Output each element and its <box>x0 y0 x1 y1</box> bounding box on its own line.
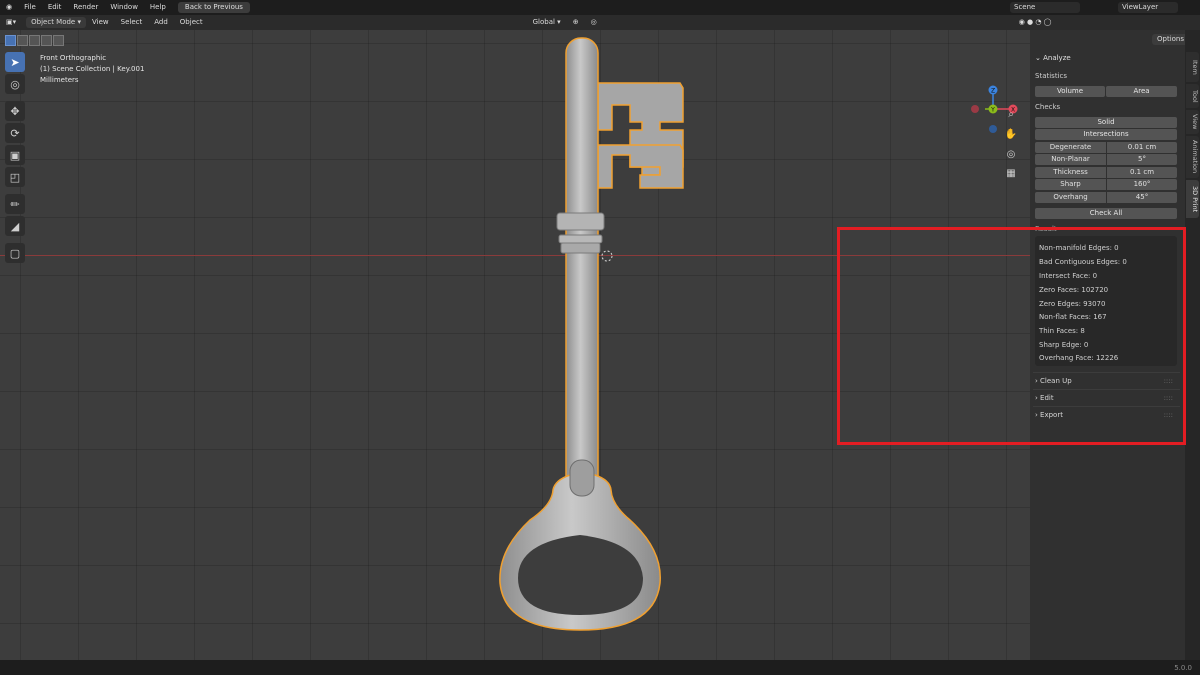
non-planar-button[interactable]: Non-Planar <box>1035 154 1106 165</box>
add-cube-tool-icon[interactable]: ▢ <box>5 243 25 263</box>
select-cursor-icon[interactable]: ➤ <box>5 52 25 72</box>
analyze-title: Analyze <box>1043 54 1071 62</box>
scale-tool-icon[interactable]: ▣ <box>5 145 25 165</box>
solid-button[interactable]: Solid <box>1035 117 1177 128</box>
pan-hand-icon[interactable]: ✋ <box>1003 126 1019 142</box>
selection-mode-buttons <box>5 35 64 46</box>
gizmo-y-label: Y <box>990 107 995 114</box>
check-all-button[interactable]: Check All <box>1035 208 1177 219</box>
sidebar-tabs: Item Tool View Animation 3D Print <box>1185 30 1200 660</box>
viewport-shading-icons[interactable]: ◉ ● ◔ ◯ <box>1013 15 1058 30</box>
tab-item[interactable]: Item <box>1186 52 1199 82</box>
move-tool-icon[interactable]: ✥ <box>5 101 25 121</box>
select-intersect-icon[interactable] <box>53 35 64 46</box>
menu-window[interactable]: Window <box>104 0 144 15</box>
tab-view[interactable]: View <box>1186 110 1199 134</box>
back-to-previous-button[interactable]: Back to Previous <box>177 2 250 13</box>
snap-icon[interactable]: ⊕ <box>567 15 585 30</box>
tool-shelf: ➤ ◎ ✥ ⟳ ▣ ◰ ✏ ◢ ▢ <box>5 52 29 265</box>
intersections-button[interactable]: Intersections <box>1035 129 1177 140</box>
version-label: 5.0.0 <box>1174 664 1192 672</box>
tab-tool[interactable]: Tool <box>1186 84 1199 108</box>
blender-logo-icon[interactable]: ◉ <box>0 0 18 15</box>
options-label: Options <box>1157 35 1185 43</box>
thickness-button[interactable]: Thickness <box>1035 167 1106 178</box>
rotate-tool-icon[interactable]: ⟳ <box>5 123 25 143</box>
gizmo-z-label: Z <box>991 88 995 95</box>
checks-label: Checks <box>1035 103 1061 111</box>
orientation-label: Global <box>532 18 555 26</box>
menu-select[interactable]: Select <box>115 15 149 30</box>
perspective-grid-icon[interactable]: ▦ <box>1003 165 1019 181</box>
transform-orientation-dropdown[interactable]: Global ▾ <box>527 15 567 30</box>
object-mode-label: Object Mode <box>31 18 76 26</box>
tab-3d-print[interactable]: 3D Print <box>1186 180 1199 218</box>
view-layer-name: ViewLayer <box>1122 3 1159 11</box>
area-button[interactable]: Area <box>1106 86 1177 97</box>
scene-name: Scene <box>1014 3 1036 11</box>
check-row-non-planar: Non-Planar 5° <box>1035 154 1177 165</box>
zoom-icon[interactable]: ⌕ <box>1003 106 1019 122</box>
sharp-value-field[interactable]: 160° <box>1107 179 1177 190</box>
check-row-overhang: Overhang 45° <box>1035 192 1177 203</box>
menu-help[interactable]: Help <box>144 0 172 15</box>
volume-button[interactable]: Volume <box>1035 86 1105 97</box>
cursor-tool-icon[interactable]: ◎ <box>5 74 25 94</box>
check-row-thickness: Thickness 0.1 cm <box>1035 167 1177 178</box>
degenerate-value-field[interactable]: 0.01 cm <box>1107 142 1177 153</box>
menu-file[interactable]: File <box>18 0 42 15</box>
non-planar-value-field[interactable]: 5° <box>1107 154 1177 165</box>
camera-view-icon[interactable]: ◎ <box>1003 146 1019 162</box>
viewport-header: ▣▾ Object Mode ▾ View Select Add Object … <box>0 15 1200 30</box>
object-mode-dropdown[interactable]: Object Mode ▾ <box>26 17 86 28</box>
editor-type-icon[interactable]: ▣▾ <box>0 15 22 30</box>
highlight-annotation-box <box>837 227 1186 445</box>
select-new-icon[interactable] <box>5 35 16 46</box>
overhang-value-field[interactable]: 45° <box>1107 192 1177 203</box>
view-layer-selector[interactable]: ViewLayer <box>1118 2 1178 13</box>
menu-object[interactable]: Object <box>174 15 209 30</box>
menu-render[interactable]: Render <box>67 0 104 15</box>
proportional-edit-icon[interactable]: ◎ <box>585 15 603 30</box>
status-bar: 5.0.0 <box>0 660 1200 675</box>
select-subtract-icon[interactable] <box>29 35 40 46</box>
measure-tool-icon[interactable]: ◢ <box>5 216 25 236</box>
menu-add[interactable]: Add <box>148 15 174 30</box>
degenerate-button[interactable]: Degenerate <box>1035 142 1106 153</box>
menu-edit[interactable]: Edit <box>42 0 68 15</box>
tab-animation[interactable]: Animation <box>1186 136 1199 178</box>
menu-view[interactable]: View <box>86 15 115 30</box>
select-extend-icon[interactable] <box>17 35 28 46</box>
overhang-button[interactable]: Overhang <box>1035 192 1106 203</box>
sharp-button[interactable]: Sharp <box>1035 179 1106 190</box>
check-row-sharp: Sharp 160° <box>1035 179 1177 190</box>
transform-tool-icon[interactable]: ◰ <box>5 167 25 187</box>
thickness-value-field[interactable]: 0.1 cm <box>1107 167 1177 178</box>
scene-selector[interactable]: Scene <box>1010 2 1080 13</box>
annotate-tool-icon[interactable]: ✏ <box>5 194 25 214</box>
check-row-degenerate: Degenerate 0.01 cm <box>1035 142 1177 153</box>
select-invert-icon[interactable] <box>41 35 52 46</box>
statistics-label: Statistics <box>1035 72 1067 80</box>
analyze-panel-header[interactable]: ⌄ Analyze <box>1035 54 1071 62</box>
